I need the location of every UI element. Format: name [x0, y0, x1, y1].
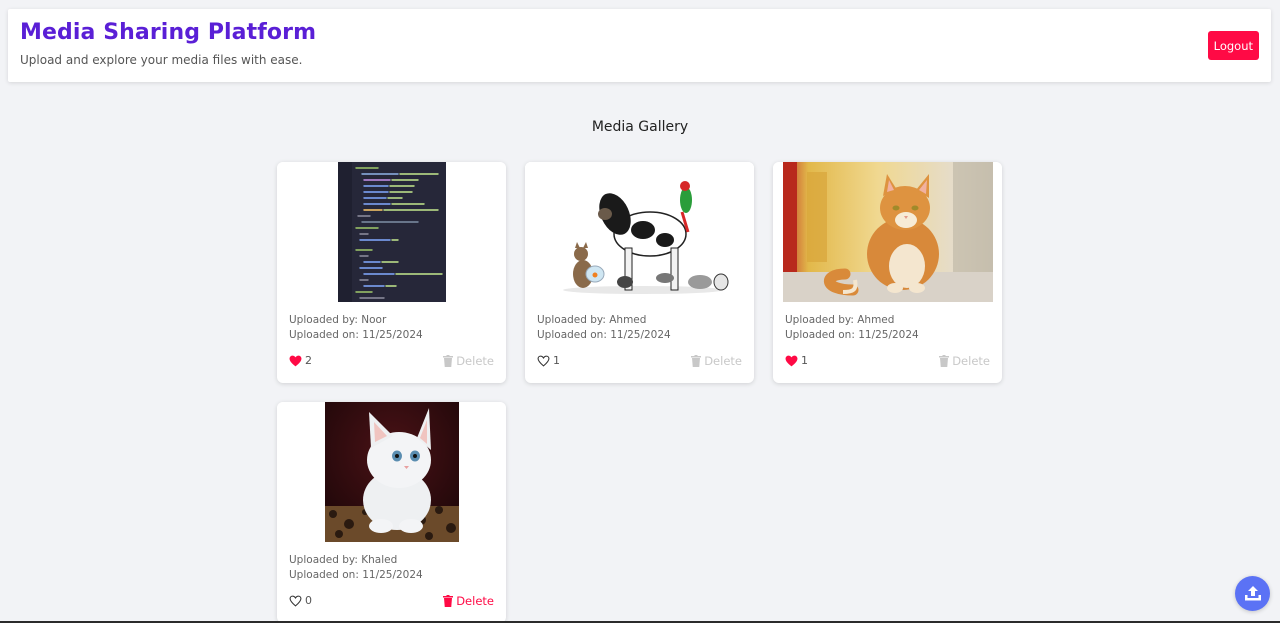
uploaded-by: Uploaded by: Ahmed [537, 314, 647, 326]
uploaded-by: Uploaded by: Noor [289, 314, 387, 326]
trash-icon [939, 355, 950, 367]
media-card: Uploaded by: Ahmed Uploaded on: 11/25/20… [525, 162, 754, 383]
trash-icon [443, 595, 454, 607]
media-meta: Uploaded by: Noor Uploaded on: 11/25/202… [289, 313, 423, 343]
uploaded-on: Uploaded on: 11/25/2024 [785, 329, 919, 341]
app-subtitle: Upload and explore your media files with… [20, 53, 303, 67]
heart-icon [785, 355, 798, 366]
delete-label: Delete [456, 594, 494, 608]
delete-button[interactable]: Delete [443, 354, 494, 368]
heart-outline-icon [537, 355, 550, 367]
media-card: Uploaded by: Ahmed Uploaded on: 11/25/20… [773, 162, 1002, 383]
top-header: Media Sharing Platform Upload and explor… [8, 9, 1271, 82]
like-count: 1 [801, 354, 808, 367]
media-image[interactable] [324, 402, 459, 542]
like-button[interactable]: 2 [289, 354, 312, 367]
media-image[interactable] [782, 162, 993, 302]
media-card: Uploaded by: Khaled Uploaded on: 11/25/2… [277, 402, 506, 623]
media-meta: Uploaded by: Khaled Uploaded on: 11/25/2… [289, 553, 423, 583]
media-image-container [525, 162, 754, 302]
media-meta: Uploaded by: Ahmed Uploaded on: 11/25/20… [537, 313, 671, 343]
uploaded-by: Uploaded by: Khaled [289, 554, 398, 566]
like-count: 0 [305, 594, 312, 607]
uploaded-by: Uploaded by: Ahmed [785, 314, 895, 326]
media-image[interactable] [525, 162, 754, 302]
media-card: Uploaded by: Noor Uploaded on: 11/25/202… [277, 162, 506, 383]
trash-icon [691, 355, 702, 367]
delete-label: Delete [952, 354, 990, 368]
like-button[interactable]: 1 [785, 354, 808, 367]
media-image-container [773, 162, 1002, 302]
delete-button[interactable]: Delete [691, 354, 742, 368]
heart-icon [289, 355, 302, 366]
media-image-container [277, 162, 506, 302]
uploaded-on: Uploaded on: 11/25/2024 [289, 329, 423, 341]
like-count: 1 [553, 354, 560, 367]
delete-label: Delete [704, 354, 742, 368]
app-title: Media Sharing Platform [20, 20, 317, 45]
delete-button[interactable]: Delete [443, 594, 494, 608]
delete-button[interactable]: Delete [939, 354, 990, 368]
logout-button[interactable]: Logout [1207, 31, 1259, 60]
like-button[interactable]: 1 [537, 354, 560, 367]
upload-fab-button[interactable] [1235, 576, 1270, 611]
delete-label: Delete [456, 354, 494, 368]
upload-icon [1244, 586, 1261, 601]
uploaded-on: Uploaded on: 11/25/2024 [537, 329, 671, 341]
heart-outline-icon [289, 595, 302, 607]
media-image-container [277, 402, 506, 542]
media-meta: Uploaded by: Ahmed Uploaded on: 11/25/20… [785, 313, 919, 343]
trash-icon [443, 355, 454, 367]
uploaded-on: Uploaded on: 11/25/2024 [289, 569, 423, 581]
like-count: 2 [305, 354, 312, 367]
like-button[interactable]: 0 [289, 594, 312, 607]
media-image[interactable] [337, 162, 446, 302]
gallery-title: Media Gallery [591, 119, 689, 135]
